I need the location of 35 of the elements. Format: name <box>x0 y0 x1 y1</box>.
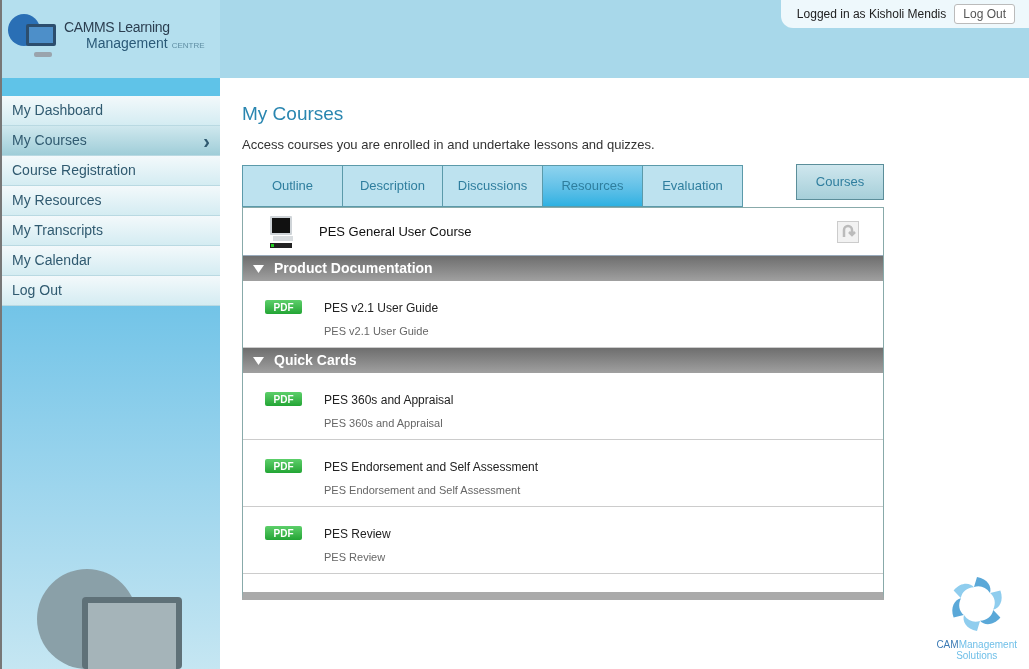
resource-description: PES v2.1 User Guide <box>324 324 430 339</box>
resource-title[interactable]: PES Endorsement and Self Assessment <box>324 458 539 476</box>
course-name: PES General User Course <box>319 222 473 241</box>
logo-subtext: CENTRE <box>171 42 205 50</box>
sidebar-item[interactable]: My Calendar <box>2 246 220 276</box>
resource-description: PES Endorsement and Self Assessment <box>324 483 522 498</box>
logout-button[interactable]: Log Out <box>954 4 1015 24</box>
sidebar-item[interactable]: My Resources <box>2 186 220 216</box>
resource-description: PES 360s and Appraisal <box>324 416 444 431</box>
triangle-icon <box>253 264 264 273</box>
sidebar-item[interactable]: My Dashboard <box>2 96 220 126</box>
resource-title[interactable]: PES v2.1 User Guide <box>324 299 439 317</box>
sidebar-item[interactable]: Course Registration <box>2 156 220 186</box>
section-header[interactable]: Quick Cards <box>243 348 883 373</box>
pdf-badge: PDF <box>265 526 302 540</box>
brand-text: Management <box>958 639 1017 650</box>
section-header[interactable]: Product Documentation <box>243 256 883 281</box>
page-title: My Courses <box>242 102 345 126</box>
resource-title[interactable]: PES Review <box>324 525 391 543</box>
sidebar-item[interactable]: Log Out <box>2 276 220 306</box>
logo-text: Management <box>86 36 168 50</box>
page-subtitle: Access courses you are enrolled in and undertake lessons and quizzes. <box>242 135 656 154</box>
sidebar-item[interactable]: My Transcripts <box>2 216 220 246</box>
resource-title[interactable]: PES 360s and Appraisal <box>324 391 454 409</box>
brand-text: CAM <box>936 639 959 650</box>
tab[interactable]: Discussions <box>442 165 543 207</box>
pdf-badge: PDF <box>265 392 302 406</box>
logo-text: CAMMS Learning <box>64 20 171 34</box>
sidebar-item[interactable]: My Courses › <box>2 126 220 156</box>
brand-subtext: Solutions <box>956 650 998 661</box>
user-status-text: Logged in as Kisholi Mendis <box>796 6 947 23</box>
triangle-icon <box>253 356 264 365</box>
resource-description: PES Review <box>324 550 387 565</box>
pdf-badge: PDF <box>265 300 302 314</box>
pdf-badge: PDF <box>265 459 302 473</box>
